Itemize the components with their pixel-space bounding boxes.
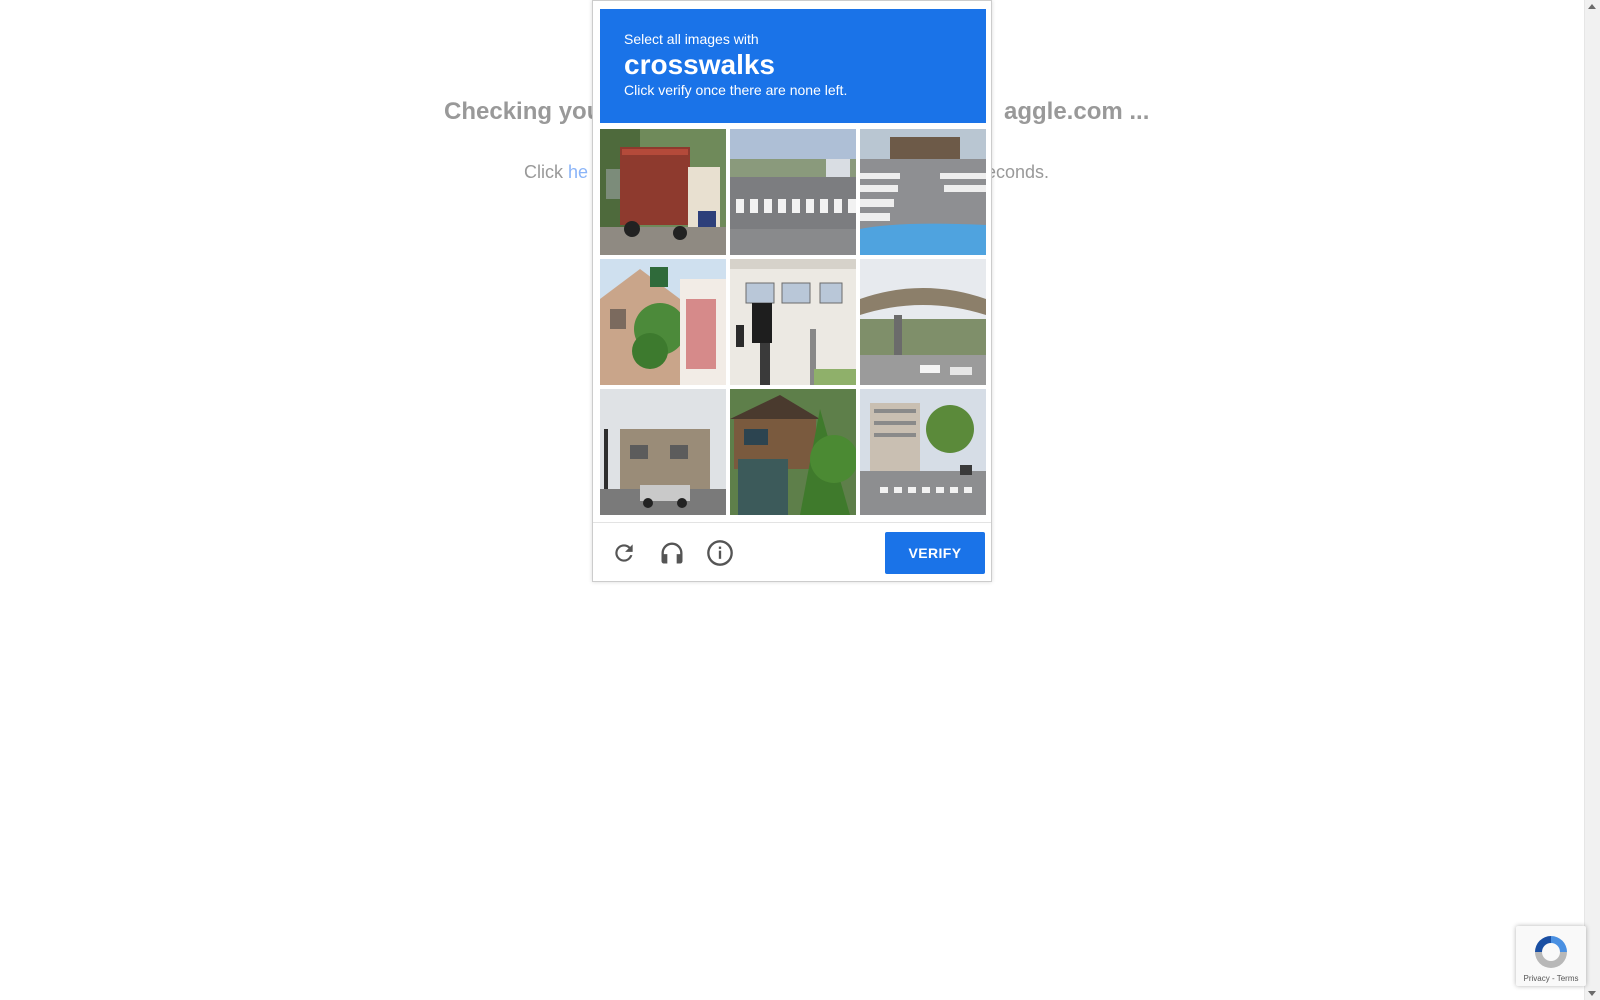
prompt-keyword: crosswalks — [624, 49, 775, 80]
badge-separator: - — [1549, 974, 1557, 983]
badge-links: Privacy - Terms — [1516, 974, 1586, 983]
image-tile-3[interactable] — [860, 129, 986, 255]
tile-2-image — [730, 129, 856, 255]
image-tile-8[interactable] — [730, 389, 856, 515]
prompt-post: Click verify once there are none left. — [624, 82, 848, 98]
prompt-pre: Select all images with — [624, 31, 759, 47]
tile-5-image — [730, 259, 856, 385]
image-tile-9[interactable] — [860, 389, 986, 515]
image-tile-7[interactable] — [600, 389, 726, 515]
image-grid — [600, 129, 987, 516]
recaptcha-logo-icon — [1532, 934, 1570, 975]
reload-icon[interactable] — [607, 536, 641, 570]
recaptcha-badge[interactable]: Privacy - Terms — [1516, 926, 1586, 986]
here-link[interactable]: he — [568, 162, 588, 182]
image-tile-6[interactable] — [860, 259, 986, 385]
page-heading-right: aggle.com ... — [1004, 98, 1150, 125]
tile-9-image — [860, 389, 986, 515]
privacy-link[interactable]: Privacy — [1524, 974, 1550, 983]
tile-4-image — [600, 259, 726, 385]
challenge-footer: VERIFY — [593, 522, 991, 583]
image-tile-5[interactable] — [730, 259, 856, 385]
info-icon[interactable] — [703, 536, 737, 570]
page-scrollbar[interactable] — [1584, 0, 1600, 1000]
verify-button[interactable]: VERIFY — [885, 532, 985, 574]
scroll-down-arrow-icon[interactable] — [1588, 991, 1596, 996]
terms-link[interactable]: Terms — [1557, 974, 1579, 983]
scroll-up-arrow-icon[interactable] — [1588, 4, 1596, 9]
subtext-prefix: Click — [524, 162, 568, 182]
tile-7-image — [600, 389, 726, 515]
headphones-icon[interactable] — [655, 536, 689, 570]
subtext-suffix: econds. — [986, 162, 1050, 182]
tile-3-image — [860, 129, 986, 255]
tile-1-image — [600, 129, 726, 255]
image-tile-1[interactable] — [600, 129, 726, 255]
captcha-challenge: Select all images with crosswalks Click … — [592, 0, 992, 582]
tile-8-image — [730, 389, 856, 515]
page-heading-left: Checking you — [444, 98, 602, 125]
challenge-header: Select all images with crosswalks Click … — [600, 9, 986, 123]
image-tile-4[interactable] — [600, 259, 726, 385]
tile-6-image — [860, 259, 986, 385]
image-tile-2[interactable] — [730, 129, 856, 255]
